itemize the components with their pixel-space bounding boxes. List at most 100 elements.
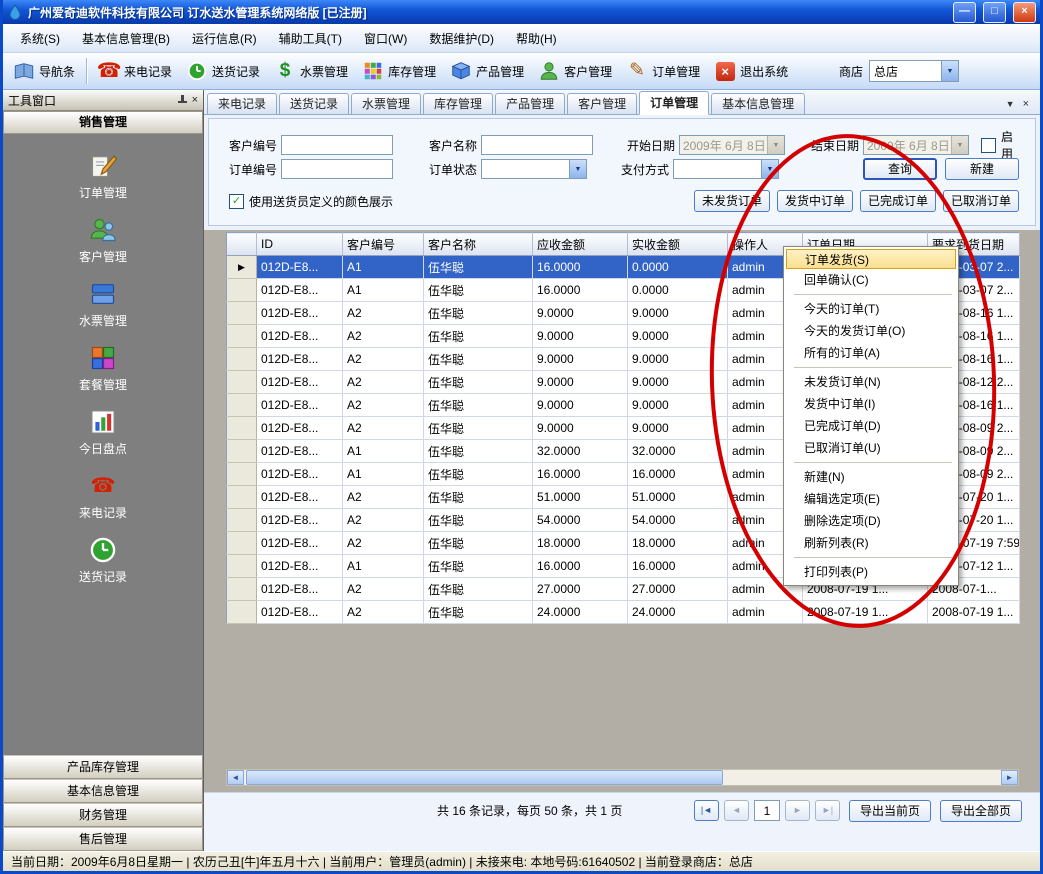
tab-8[interactable]: 基本信息管理 [711,93,805,115]
scroll-right-icon[interactable]: ► [1001,770,1018,785]
context-menu-item[interactable]: 未发货订单(N) [786,371,956,393]
context-menu-item[interactable]: 今天的发货订单(O) [786,320,956,342]
tab-3[interactable]: 水票管理 [351,93,421,115]
context-menu-item[interactable]: 回单确认(C) [786,269,956,291]
toolbar-button-navigator[interactable]: 导航条 [6,57,82,85]
menu-item[interactable]: 帮助(H) [505,25,568,52]
column-header[interactable]: 应收金额 [533,233,628,256]
scrollbar-track[interactable] [244,770,1001,785]
menu-item[interactable]: 基本信息管理(B) [71,25,181,52]
row-selector[interactable] [227,509,257,532]
enable-date-checkbox[interactable] [981,138,996,153]
menu-item[interactable]: 运行信息(R) [181,25,268,52]
page-nav-button[interactable]: |◄ [694,800,719,821]
row-selector[interactable] [227,578,257,601]
context-menu-item[interactable]: 删除选定项(D) [786,510,956,532]
new-button[interactable]: 新建 [945,158,1019,180]
context-menu-item[interactable]: 新建(N) [786,466,956,488]
toolbar-button-inventory[interactable]: 库存管理 [355,57,443,85]
pay-method-dropdown[interactable]: ▼ [673,159,779,179]
toolbar-button-exit[interactable]: × 退出系统 [707,57,795,85]
title-bar[interactable]: 广州爱奇迪软件科技有限公司 订水送水管理系统网络版 [已注册] — □ × [3,0,1040,24]
context-menu-item[interactable]: 已取消订单(U) [786,437,956,459]
context-menu-item[interactable]: 订单发货(S) [786,249,956,269]
sidebar-item-delivery-records[interactable]: 送货记录 [3,528,203,592]
sidebar-group-product-inventory[interactable]: 产品库存管理 [3,755,203,779]
sidebar-item-packages[interactable]: 套餐管理 [3,336,203,400]
tab-1[interactable]: 来电记录 [207,93,277,115]
order-status-dropdown[interactable]: ▼ [481,159,587,179]
row-selector[interactable] [227,440,257,463]
row-selector[interactable] [227,348,257,371]
context-menu-item[interactable]: 发货中订单(I) [786,393,956,415]
page-nav-button[interactable]: ► [785,800,810,821]
row-selector[interactable] [227,463,257,486]
column-header[interactable]: 实收金额 [628,233,728,256]
sidebar-group-sales[interactable]: 销售管理 [3,111,203,134]
menu-item[interactable]: 系统(S) [9,25,71,52]
context-menu-item[interactable]: 打印列表(P) [786,561,956,583]
row-selector[interactable] [227,325,257,348]
sidebar-item-daily-check[interactable]: 今日盘点 [3,400,203,464]
page-nav-button[interactable]: ►| [815,800,840,821]
scrollbar-thumb[interactable] [246,770,723,785]
table-row[interactable]: 012D-E8...A2伍华聪24.000024.0000admin2008-0… [227,601,1020,624]
chevron-down-icon[interactable]: ▼ [761,160,778,178]
row-selector[interactable] [227,532,257,555]
row-selector[interactable]: ▶ [227,256,257,279]
row-selector[interactable] [227,601,257,624]
toolbar-button-call-records[interactable]: ☎ 来电记录 [91,57,179,85]
context-menu-item[interactable]: 刷新列表(R) [786,532,956,554]
toolbar-button-water-tickets[interactable]: $ 水票管理 [267,57,355,85]
query-button[interactable]: 查询 [863,158,937,180]
end-date-picker[interactable]: 2009年 6月 8日 ▼ [863,135,969,155]
chevron-down-icon[interactable]: ▼ [941,61,958,81]
export-all-pages-button[interactable]: 导出全部页 [940,800,1022,822]
start-date-picker[interactable]: 2009年 6月 8日 ▼ [679,135,785,155]
context-menu-item[interactable]: 今天的订单(T) [786,298,956,320]
tab-2[interactable]: 送货记录 [279,93,349,115]
page-nav-button[interactable]: ◄ [724,800,749,821]
status-filter-button[interactable]: 未发货订单 [694,190,770,212]
maximize-button[interactable]: □ [983,2,1006,23]
toolbar-button-customers[interactable]: 客户管理 [531,57,619,85]
toolbar-button-orders[interactable]: ✎ 订单管理 [619,57,707,85]
toolbar-button-delivery-records[interactable]: 送货记录 [179,57,267,85]
sidebar-item-call-records[interactable]: ☎ 来电记录 [3,464,203,528]
context-menu-item[interactable]: 已完成订单(D) [786,415,956,437]
tab-4[interactable]: 库存管理 [423,93,493,115]
customer-name-input[interactable] [481,135,593,155]
chevron-down-icon[interactable]: ▼ [767,136,784,154]
export-current-page-button[interactable]: 导出当前页 [849,800,931,822]
status-filter-button[interactable]: 发货中订单 [777,190,853,212]
sidebar-item-orders[interactable]: 订单管理 [3,144,203,208]
order-no-input[interactable] [281,159,393,179]
tab-5[interactable]: 产品管理 [495,93,565,115]
row-selector[interactable] [227,486,257,509]
row-selector[interactable] [227,279,257,302]
customer-no-input[interactable] [281,135,393,155]
menu-item[interactable]: 数据维护(D) [418,25,505,52]
scroll-left-icon[interactable]: ◄ [227,770,244,785]
sidebar-group-after-sales[interactable]: 售后管理 [3,827,203,851]
row-selector[interactable] [227,417,257,440]
pin-icon[interactable] [177,95,188,106]
sidebar-item-water-tickets[interactable]: 水票管理 [3,272,203,336]
context-menu-item[interactable]: 编辑选定项(E) [786,488,956,510]
row-selector[interactable] [227,371,257,394]
minimize-button[interactable]: — [953,2,976,23]
row-selector[interactable] [227,302,257,325]
sidebar-group-basic-info[interactable]: 基本信息管理 [3,779,203,803]
column-header[interactable]: ID [257,233,343,256]
close-icon[interactable]: × [192,95,198,106]
close-button[interactable]: × [1013,2,1036,23]
page-number-input[interactable] [754,800,780,821]
horizontal-scrollbar[interactable]: ◄ ► [226,769,1019,786]
row-selector[interactable] [227,394,257,417]
column-header[interactable]: 客户编号 [343,233,424,256]
column-header[interactable]: 客户名称 [424,233,533,256]
menu-item[interactable]: 辅助工具(T) [268,25,353,52]
status-filter-button[interactable]: 已取消订单 [943,190,1019,212]
status-filter-button[interactable]: 已完成订单 [860,190,936,212]
sidebar-item-customers[interactable]: 客户管理 [3,208,203,272]
